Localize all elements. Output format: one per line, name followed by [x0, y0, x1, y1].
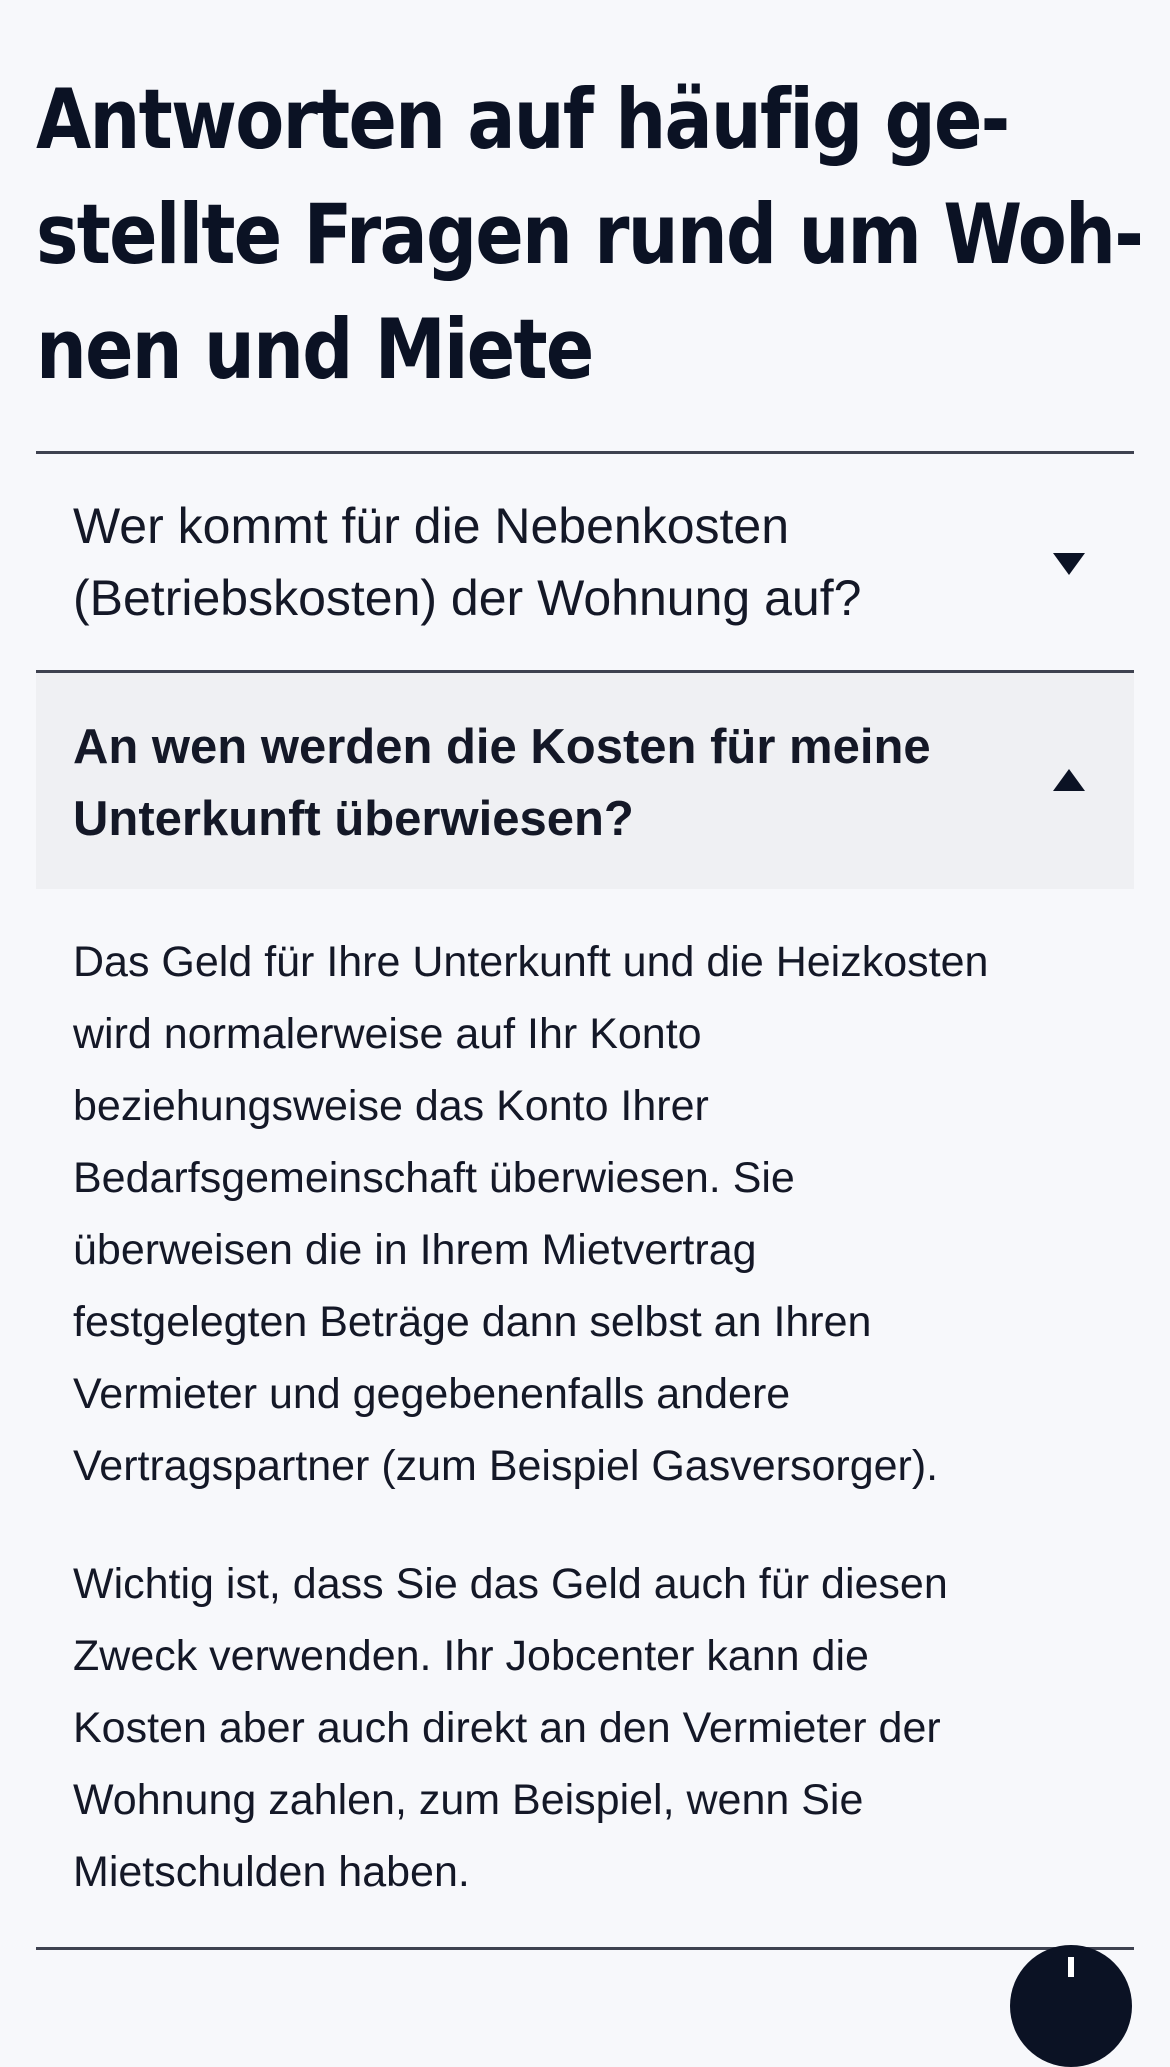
faq-answer-paragraph: Das Geld für Ihre Unterkunft und die Hei…: [73, 926, 1113, 1502]
faq-answer-line: Mietschulden haben.: [73, 1848, 470, 1896]
faq-answer-line: beziehungsweise das Konto Ihrer: [73, 1082, 709, 1130]
caret-down-icon: [1053, 553, 1085, 575]
caret-up-icon: [1053, 769, 1085, 791]
faq-page: Antworten auf häufig ge- stellte Fragen …: [0, 0, 1170, 2067]
page-title-line: Antworten auf häufig ge-: [36, 71, 1010, 168]
faq-question-toggle-kosten-unterkunft[interactable]: An wen werden die Kosten für meine Unter…: [36, 673, 1134, 889]
plus-icon: [1068, 1957, 1074, 1977]
faq-answer-line: Wohnung zahlen, zum Beispiel, wenn Sie: [73, 1776, 864, 1824]
faq-question-line: Wer kommt für die Nebenkosten: [73, 498, 790, 554]
faq-item-kosten-unterkunft: An wen werden die Kosten für meine Unter…: [36, 673, 1134, 889]
page-title-line: nen und Miete: [36, 301, 594, 398]
faq-answer-line: festgelegten Beträge dann selbst an Ihre…: [73, 1298, 872, 1346]
faq-question-text: Wer kommt für die Nebenkosten (Betriebsk…: [73, 490, 1003, 634]
faq-answer-line: Kosten aber auch direkt an den Vermieter…: [73, 1704, 941, 1752]
faq-question-line: An wen werden die Kosten für meine: [73, 720, 931, 774]
faq-answer-line: Bedarfsgemeinschaft überwiesen. Sie: [73, 1154, 795, 1202]
faq-answer-line: überweisen die in Ihrem Mietvertrag: [73, 1226, 757, 1274]
faq-answer-line: Das Geld für Ihre Unterkunft und die Hei…: [73, 938, 989, 986]
faq-answer-line: Vermieter und gegebenenfalls andere: [73, 1370, 791, 1418]
page-title: Antworten auf häufig ge- stellte Fragen …: [36, 62, 1144, 407]
faq-answer-line: Vertragspartner (zum Beispiel Gasversorg…: [73, 1442, 939, 1490]
faq-question-text: An wen werden die Kosten für meine Unter…: [73, 711, 1003, 855]
scroll-to-top-button[interactable]: [1010, 1945, 1132, 2067]
faq-question-toggle-nebenkosten[interactable]: Wer kommt für die Nebenkosten (Betriebsk…: [36, 454, 1134, 670]
faq-item-nebenkosten: Wer kommt für die Nebenkosten (Betriebsk…: [36, 454, 1134, 670]
faq-answer: Das Geld für Ihre Unterkunft und die Hei…: [73, 926, 1113, 1954]
faq-answer-line: Zweck verwenden. Ihr Jobcenter kann die: [73, 1632, 869, 1680]
page-title-line: stellte Fragen rund um Woh-: [36, 186, 1144, 283]
faq-question-line: (Betriebskosten) der Wohnung auf?: [73, 570, 862, 626]
faq-question-line: Unterkunft überwiesen?: [73, 792, 634, 846]
faq-answer-paragraph: Wichtig ist, dass Sie das Geld auch für …: [73, 1548, 1113, 1908]
faq-answer-line: Wichtig ist, dass Sie das Geld auch für …: [73, 1560, 948, 1608]
faq-answer-line: wird normalerweise auf Ihr Konto: [73, 1010, 702, 1058]
faq-divider: [36, 1947, 1134, 1950]
